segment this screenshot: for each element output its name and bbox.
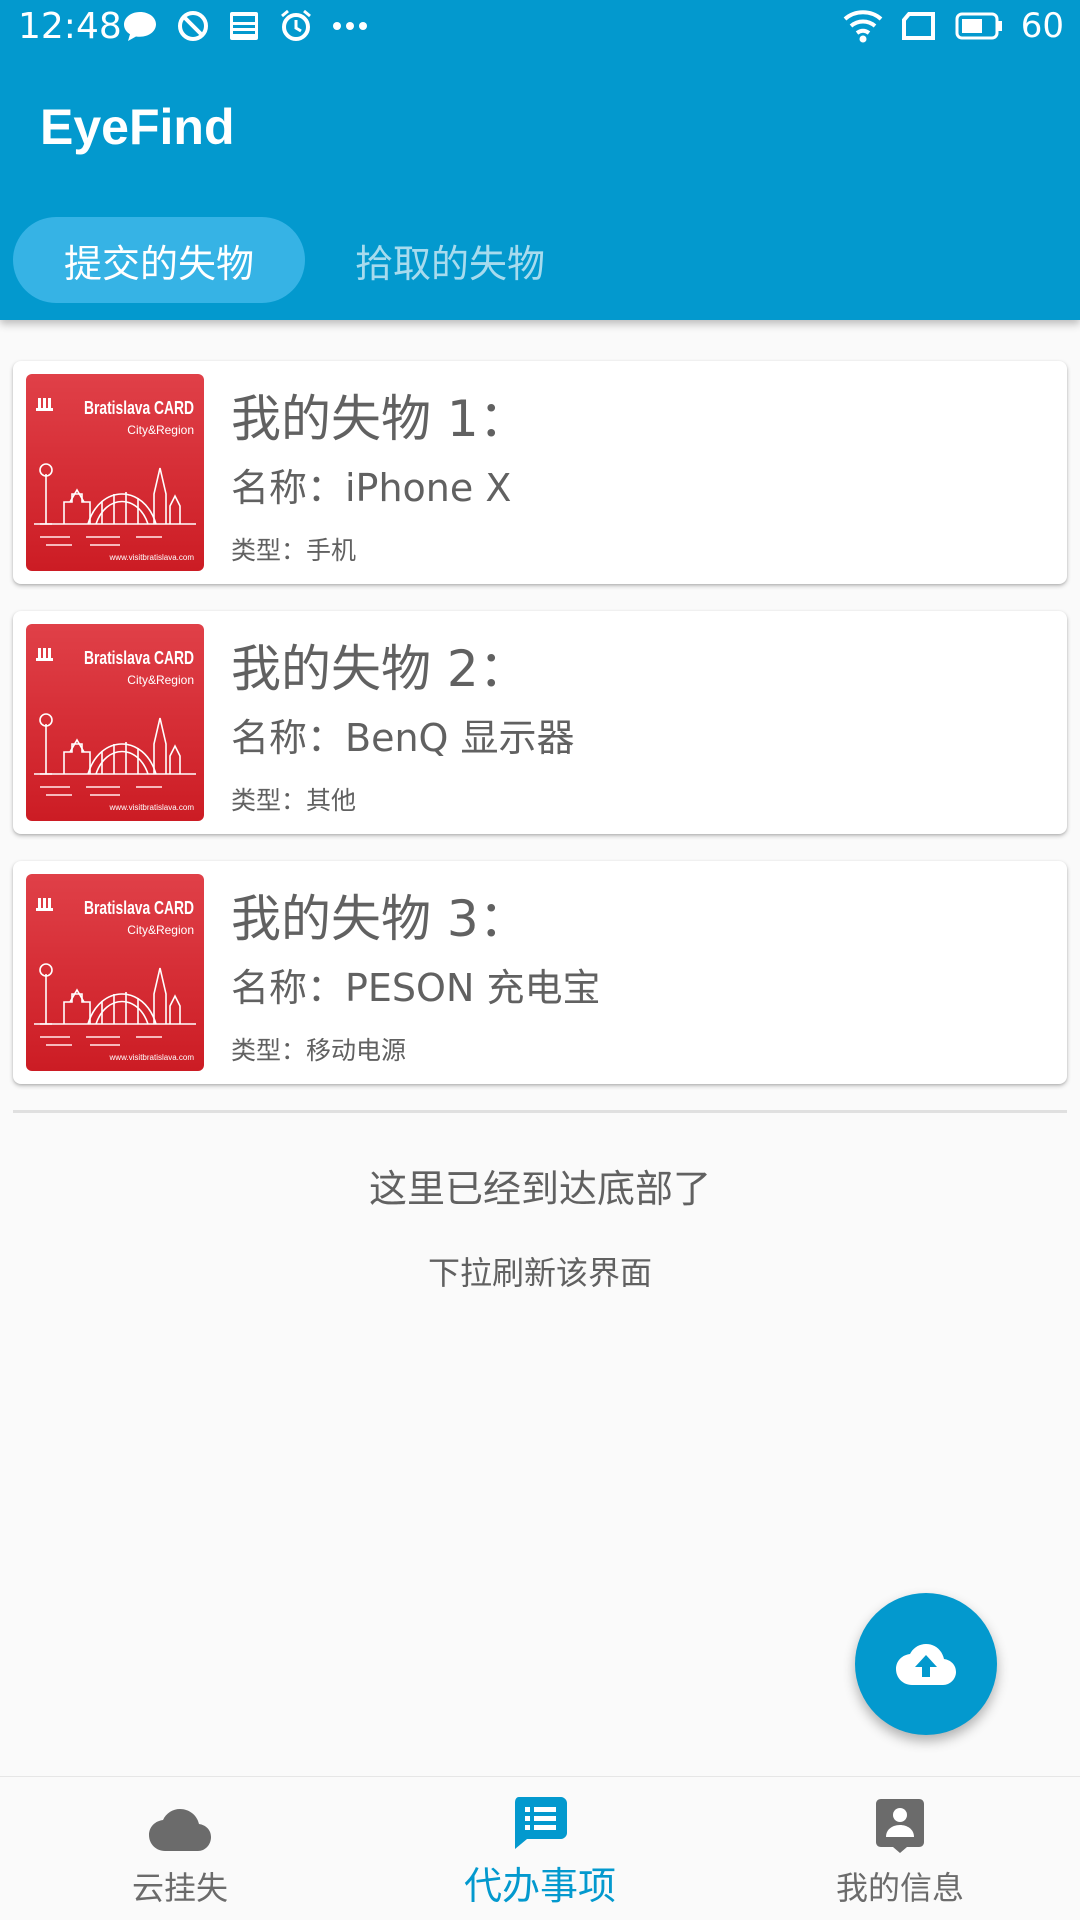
tab-found-items[interactable]: 拾取的失物	[304, 217, 596, 303]
sim-icon	[901, 12, 935, 40]
bottom-navigation: 云挂失 代办事项 我的信息	[0, 1776, 1080, 1920]
app-title: EyeFind	[40, 99, 235, 155]
nav-my-info[interactable]: 我的信息	[720, 1777, 1080, 1920]
battery-level: 60	[1020, 6, 1064, 46]
item-image: Bratislava CARD City&Region www.visitbra…	[26, 624, 204, 821]
status-time: 12:48	[18, 6, 122, 47]
nav-todo-label: 代办事项	[463, 1864, 616, 1908]
more-dots-icon	[333, 22, 367, 30]
item-image: Bratislava CARD City&Region www.visitbra…	[26, 874, 204, 1071]
blocked-icon	[178, 11, 208, 41]
message-list-icon	[515, 1797, 567, 1849]
item-type: 类型：移动电源	[231, 1036, 407, 1065]
item-image-url: www.visitbratislava.com	[109, 553, 195, 562]
list-end-message: 这里已经到达底部了	[368, 1167, 711, 1211]
notification-icons	[122, 8, 368, 44]
item-image-title: Bratislava CARD	[84, 898, 194, 918]
item-image-subtitle: City&Region	[127, 673, 194, 687]
cloud-icon	[149, 1809, 211, 1851]
app-bar: 12:48 60 EyeFind 提交的失物 拾取的失物	[0, 0, 1080, 320]
item-image: Bratislava CARD City&Region www.visitbra…	[26, 374, 204, 571]
nav-cloud-report[interactable]: 云挂失	[0, 1777, 360, 1920]
item-name: 名称：BenQ 显示器	[231, 716, 575, 760]
alarm-icon	[281, 9, 311, 41]
list-divider	[13, 1110, 1067, 1113]
item-name: 名称：PESON 充电宝	[231, 966, 601, 1010]
item-image-title: Bratislava CARD	[84, 398, 194, 418]
item-type: 类型：其他	[231, 786, 357, 815]
item-type: 类型：手机	[231, 536, 357, 565]
nav-todo[interactable]: 代办事项	[360, 1777, 720, 1920]
lost-item-card-3[interactable]: Bratislava CARD City&Region www.visitbra…	[13, 861, 1067, 1084]
news-icon	[230, 12, 258, 40]
cloud-upload-icon	[896, 1644, 956, 1685]
nav-cloud-report-label: 云挂失	[131, 1869, 228, 1907]
status-bar: 12:48 60	[0, 0, 1080, 56]
item-image-url: www.visitbratislava.com	[109, 803, 195, 812]
battery-icon	[955, 12, 1002, 40]
upload-fab-button[interactable]	[855, 1593, 997, 1735]
item-title: 我的失物 3：	[231, 890, 529, 948]
tab-submitted-items[interactable]: 提交的失物	[13, 217, 305, 303]
nav-my-info-label: 我的信息	[835, 1869, 964, 1907]
wifi-icon	[843, 10, 883, 43]
item-image-subtitle: City&Region	[127, 423, 194, 437]
item-title: 我的失物 1：	[231, 390, 529, 448]
chat-bubble-icon	[124, 12, 156, 41]
system-icons: 60	[843, 6, 1064, 46]
item-image-url: www.visitbratislava.com	[109, 1053, 195, 1062]
item-image-subtitle: City&Region	[127, 923, 194, 937]
item-title: 我的失物 2：	[231, 640, 529, 698]
lost-item-card-2[interactable]: Bratislava CARD City&Region www.visitbra…	[13, 611, 1067, 834]
pull-to-refresh-hint: 下拉刷新该界面	[427, 1254, 652, 1292]
item-name: 名称：iPhone X	[231, 466, 512, 510]
item-image-title: Bratislava CARD	[84, 648, 194, 668]
lost-item-card-1[interactable]: Bratislava CARD City&Region www.visitbra…	[13, 361, 1067, 584]
account-box-icon	[876, 1799, 924, 1853]
